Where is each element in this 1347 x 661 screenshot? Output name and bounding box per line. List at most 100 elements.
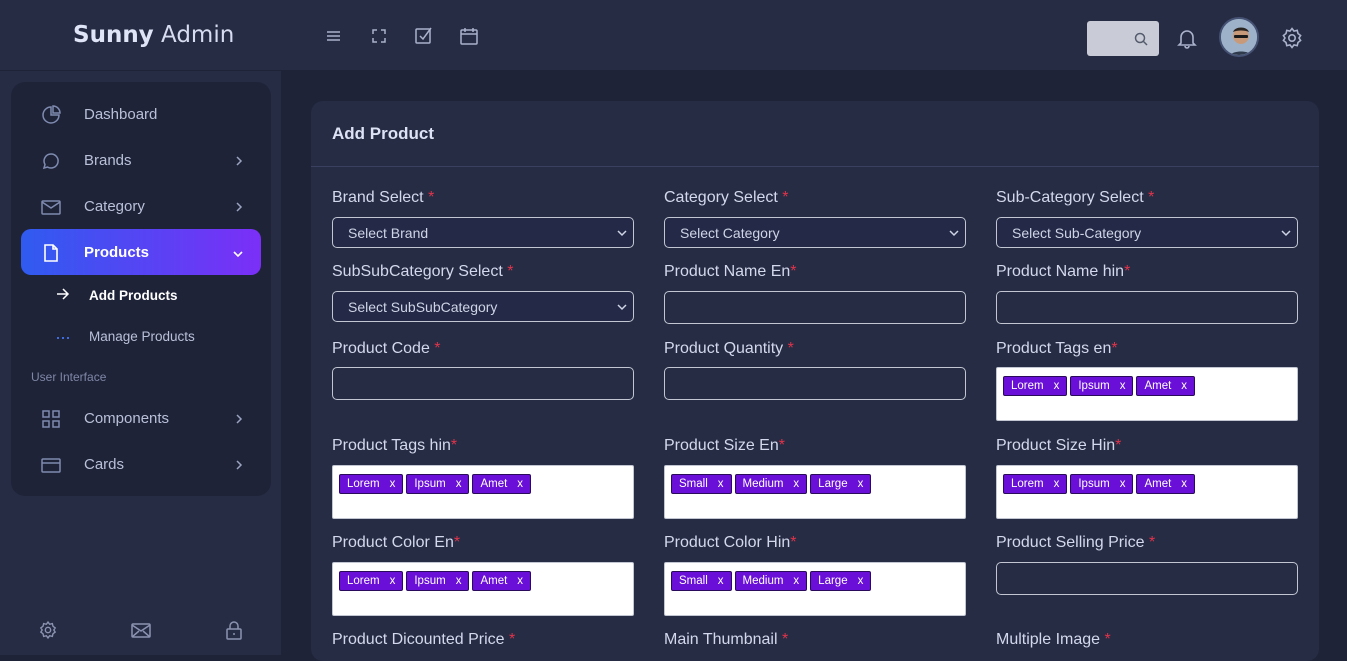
- tag-remove-button[interactable]: x: [456, 478, 462, 490]
- product-size-hin-input[interactable]: Lorem x Ipsum x Amet x: [996, 465, 1298, 519]
- tag-chip[interactable]: Lorem x: [1003, 376, 1068, 396]
- tag-remove-button[interactable]: x: [517, 478, 523, 490]
- tag-chip[interactable]: Ipsum x: [406, 571, 470, 591]
- avatar[interactable]: [1219, 17, 1259, 57]
- subcategory-select[interactable]: Select Sub-Category: [996, 217, 1298, 248]
- tag-chip[interactable]: Large x: [810, 571, 872, 591]
- tag-chip[interactable]: Amet x: [472, 474, 532, 494]
- chevron-right-icon: [234, 200, 244, 218]
- tag-chip[interactable]: Large x: [810, 474, 872, 494]
- sidebar-item-dashboard[interactable]: Dashboard: [21, 91, 261, 137]
- brand-logo[interactable]: Sunny Admin: [73, 22, 234, 48]
- brand-select[interactable]: Select Brand: [332, 217, 634, 248]
- tag-remove-button[interactable]: x: [517, 575, 523, 587]
- fullscreen-icon[interactable]: [370, 27, 388, 45]
- tag-remove-button[interactable]: x: [858, 575, 864, 587]
- search-icon[interactable]: [1134, 32, 1148, 46]
- checkbox-icon[interactable]: [414, 26, 432, 44]
- product-tags-en-input[interactable]: Lorem x Ipsum x Amet x: [996, 367, 1298, 421]
- tag-chip[interactable]: Small x: [671, 571, 732, 591]
- tag-chip[interactable]: Amet x: [1136, 474, 1196, 494]
- tag-remove-button[interactable]: x: [1120, 478, 1126, 490]
- lock-icon[interactable]: [225, 620, 243, 645]
- sidebar-subitem-manage-products[interactable]: Manage Products: [89, 329, 195, 344]
- tag-remove-button[interactable]: x: [1181, 380, 1187, 392]
- tag-remove-button[interactable]: x: [793, 575, 799, 587]
- product-name-hin-input[interactable]: [996, 291, 1298, 324]
- tag-remove-button[interactable]: x: [793, 478, 799, 490]
- sidebar-item-label: Components: [84, 409, 170, 427]
- sidebar-subitem-add-products[interactable]: Add Products: [89, 288, 178, 303]
- subcategory-select-label: Sub-Category Select *: [996, 189, 1155, 206]
- product-size-en-label: Product Size En*: [664, 437, 785, 454]
- calendar-icon[interactable]: [459, 26, 478, 45]
- chevron-down-icon: [232, 246, 244, 264]
- product-size-hin-label: Product Size Hin*: [996, 437, 1122, 454]
- tag-chip[interactable]: Medium x: [734, 571, 808, 591]
- product-tags-hin-label: Product Tags hin*: [332, 437, 458, 454]
- chevron-right-icon: [234, 154, 244, 172]
- sidebar-item-components[interactable]: Components: [21, 395, 261, 441]
- search-input[interactable]: [1087, 21, 1159, 56]
- subsubcategory-select[interactable]: Select SubSubCategory: [332, 291, 634, 322]
- product-size-en-input[interactable]: Small x Medium x Large x: [664, 465, 966, 519]
- main-thumbnail-label: Main Thumbnail *: [664, 631, 789, 648]
- tag-chip[interactable]: Amet x: [1136, 376, 1196, 396]
- selling-price-label: Product Selling Price *: [996, 534, 1156, 551]
- chat-icon: [41, 151, 61, 171]
- menu-icon[interactable]: [325, 27, 343, 45]
- tag-remove-button[interactable]: x: [1054, 380, 1060, 392]
- tag-chip[interactable]: Lorem x: [339, 571, 404, 591]
- tag-remove-button[interactable]: x: [456, 575, 462, 587]
- tag-remove-button[interactable]: x: [1054, 478, 1060, 490]
- settings-icon[interactable]: [38, 620, 58, 645]
- discounted-price-label: Product Dicounted Price *: [332, 631, 516, 648]
- product-color-en-input[interactable]: Lorem x Ipsum x Amet x: [332, 562, 634, 616]
- category-select[interactable]: Select Category: [664, 217, 966, 248]
- tag-chip[interactable]: Ipsum x: [1070, 474, 1134, 494]
- sidebar-item-products[interactable]: Products: [21, 229, 261, 275]
- tag-remove-button[interactable]: x: [390, 575, 396, 587]
- product-name-en-input[interactable]: [664, 291, 966, 324]
- product-name-hin-label: Product Name hin*: [996, 263, 1131, 280]
- tag-chip[interactable]: Medium x: [734, 474, 808, 494]
- tag-chip[interactable]: Lorem x: [339, 474, 404, 494]
- mail-icon: [41, 197, 61, 217]
- tag-remove-button[interactable]: x: [718, 575, 724, 587]
- tag-chip[interactable]: Small x: [671, 474, 732, 494]
- sidebar-item-cards[interactable]: Cards: [21, 441, 261, 487]
- product-quantity-label: Product Quantity *: [664, 340, 794, 357]
- tag-remove-button[interactable]: x: [390, 478, 396, 490]
- selling-price-input[interactable]: [996, 562, 1298, 595]
- arrow-right-icon: [56, 287, 70, 305]
- product-color-en-label: Product Color En*: [332, 534, 461, 551]
- product-name-en-label: Product Name En*: [664, 263, 797, 280]
- dots-icon: [56, 328, 70, 346]
- tag-chip[interactable]: Ipsum x: [406, 474, 470, 494]
- grid-icon: [41, 409, 61, 429]
- tag-remove-button[interactable]: x: [718, 478, 724, 490]
- tag-chip[interactable]: Ipsum x: [1070, 376, 1134, 396]
- mail-icon[interactable]: [131, 620, 151, 645]
- product-quantity-input[interactable]: [664, 367, 966, 400]
- tag-remove-button[interactable]: x: [1181, 478, 1187, 490]
- sidebar-item-brands[interactable]: Brands: [21, 137, 261, 183]
- sidebar-item-label: Category: [84, 197, 145, 215]
- gear-icon[interactable]: [1280, 26, 1304, 55]
- card-title: Add Product: [332, 124, 434, 143]
- tag-chip[interactable]: Lorem x: [1003, 474, 1068, 494]
- product-color-hin-input[interactable]: Small x Medium x Large x: [664, 562, 966, 616]
- product-code-input[interactable]: [332, 367, 634, 400]
- sidebar-item-category[interactable]: Category: [21, 183, 261, 229]
- subsubcategory-select-label: SubSubCategory Select *: [332, 263, 514, 280]
- tag-chip[interactable]: Amet x: [472, 571, 532, 591]
- card-icon: [41, 455, 61, 475]
- product-code-label: Product Code *: [332, 340, 441, 357]
- chevron-right-icon: [234, 458, 244, 476]
- tag-remove-button[interactable]: x: [1120, 380, 1126, 392]
- category-select-label: Category Select *: [664, 189, 789, 206]
- tag-remove-button[interactable]: x: [858, 478, 864, 490]
- file-icon: [41, 243, 61, 263]
- product-tags-hin-input[interactable]: Lorem x Ipsum x Amet x: [332, 465, 634, 519]
- bell-icon[interactable]: [1176, 27, 1198, 54]
